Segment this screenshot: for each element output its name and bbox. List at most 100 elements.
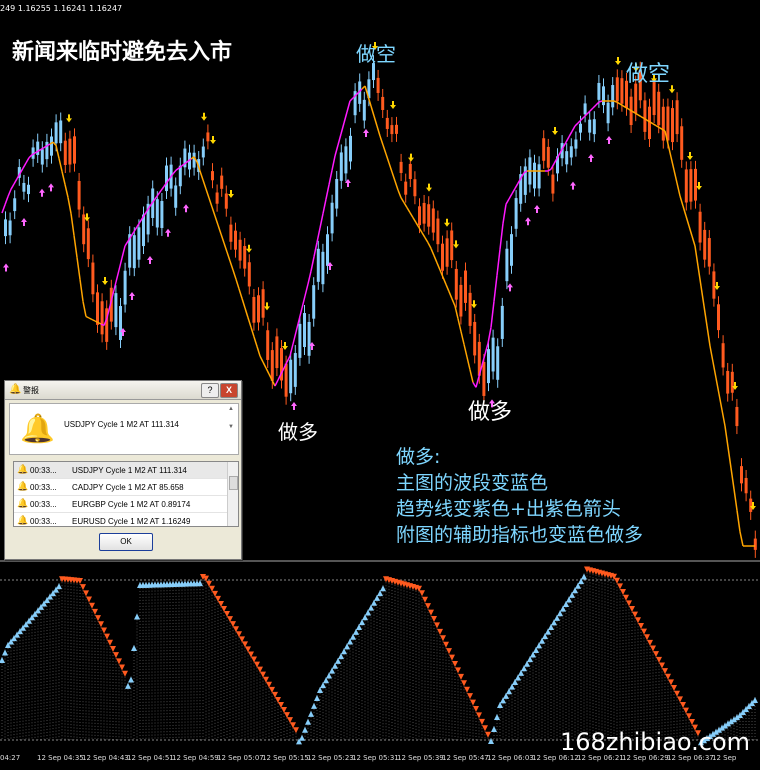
trend-line-segment	[454, 305, 459, 319]
candle	[335, 178, 339, 209]
cycle-down-marker-icon	[86, 596, 92, 603]
cycle-indicator-subchart[interactable]	[0, 562, 760, 752]
candle	[510, 234, 513, 266]
buy-arrow-icon	[507, 283, 513, 292]
buy-arrow-icon	[525, 217, 531, 226]
list-scrollbar[interactable]	[227, 462, 238, 526]
trend-line-segment	[55, 145, 60, 159]
alert-history-list[interactable]: 🔔 00:33... USDJPY Cycle 1 M2 AT 111.314 🔔 0…	[13, 461, 239, 527]
candle	[68, 138, 72, 165]
trend-line-segment	[670, 156, 675, 171]
cycle-down-marker-icon	[635, 617, 641, 624]
buy-arrow-icon	[48, 183, 54, 192]
trend-line-segment	[676, 182, 681, 197]
trend-line-segment	[505, 198, 510, 205]
trend-line-segment	[400, 197, 405, 204]
buy-arrow-icon	[534, 205, 540, 213]
bell-icon: 🔔	[20, 413, 55, 444]
chart-title-annotation: 新闻来临时避免去入市	[12, 39, 233, 65]
trend-line-segment	[727, 446, 732, 469]
trend-line-segment	[67, 197, 72, 214]
trend-line-segment	[565, 136, 570, 143]
trend-line-segment	[88, 317, 93, 321]
candle	[82, 214, 86, 245]
cycle-up-marker-icon	[134, 613, 140, 620]
trend-line-segment	[373, 115, 378, 127]
candle	[293, 353, 297, 387]
help-button[interactable]: ?	[201, 383, 219, 398]
trend-line-segment	[733, 488, 738, 511]
cycle-down-marker-icon	[485, 731, 491, 738]
trend-line-segment	[91, 318, 96, 322]
cycle-down-marker-icon	[455, 667, 461, 674]
candle	[666, 106, 670, 141]
scrollbar-thumb[interactable]	[229, 476, 238, 490]
candle	[569, 146, 573, 158]
candle	[395, 124, 398, 134]
trend-line-segment	[325, 184, 330, 200]
cycle-down-marker-icon	[470, 699, 476, 706]
list-item[interactable]: 🔔 00:33... EURUSD Cycle 1 M2 AT 1.16249	[14, 513, 238, 526]
cycle-down-marker-icon	[449, 654, 455, 661]
trend-line-segment	[739, 531, 744, 547]
candle	[574, 139, 578, 149]
candle	[381, 96, 385, 110]
ok-button[interactable]: OK	[99, 533, 153, 551]
candle	[500, 305, 504, 339]
cycle-down-marker-icon	[614, 577, 620, 584]
trend-line-segment	[259, 355, 264, 363]
candle	[413, 179, 417, 197]
list-item[interactable]: 🔔 00:33... USDJPY Cycle 1 M2 AT 111.314	[14, 462, 238, 479]
trend-line-segment	[274, 379, 279, 387]
trend-line-segment	[22, 162, 27, 169]
list-item[interactable]: 🔔 00:33... EURGBP Cycle 1 M2 AT 0.89174	[14, 496, 238, 513]
trend-line-segment	[70, 213, 75, 236]
candle	[261, 289, 265, 318]
trend-line-segment	[589, 107, 594, 112]
candle	[344, 146, 348, 174]
cycle-down-marker-icon	[431, 616, 437, 622]
bell-icon: 🔔	[17, 464, 29, 474]
cycle-down-marker-icon	[440, 635, 446, 642]
trend-line-segment	[433, 255, 438, 264]
trend-line-segment	[115, 269, 120, 283]
cycle-down-marker-icon	[638, 622, 644, 629]
cycle-down-marker-icon	[620, 589, 626, 596]
trend-line-segment	[652, 123, 657, 127]
candle	[252, 296, 256, 323]
candle	[27, 184, 30, 195]
candle	[137, 227, 141, 260]
candle	[542, 138, 546, 161]
message-scroll-arrows[interactable]: ▲ ▼	[228, 406, 236, 450]
trend-line-segment	[424, 237, 429, 244]
time-axis-label: 12 Sep 06:03	[487, 754, 534, 762]
trend-line-segment	[73, 235, 78, 258]
trend-line-segment	[313, 242, 318, 257]
sell-arrow-icon	[615, 57, 621, 65]
trend-line-segment	[76, 257, 81, 280]
candle	[707, 238, 711, 267]
candle	[224, 193, 228, 209]
candle	[657, 91, 661, 126]
short-signal-label-1: 做空	[356, 42, 396, 66]
candle	[740, 466, 743, 484]
close-button[interactable]: X	[220, 383, 238, 398]
candle	[744, 477, 748, 494]
trend-line-segment	[403, 202, 408, 209]
candle	[620, 78, 624, 104]
trend-line-segment	[304, 283, 309, 297]
cycle-down-marker-icon	[80, 584, 86, 591]
time-axis-label: 04:27	[0, 754, 21, 762]
trend-line-segment	[265, 367, 270, 375]
sell-arrow-icon	[687, 152, 693, 160]
trend-line-segment	[508, 193, 513, 200]
candle	[234, 230, 237, 250]
dialog-title: 警报	[23, 386, 39, 395]
dialog-titlebar[interactable]: 🔔 警报 ? X	[5, 381, 241, 400]
trend-line-segment	[703, 305, 708, 327]
trend-line-segment	[370, 105, 375, 117]
list-item[interactable]: 🔔 00:33... CADJPY Cycle 1 M2 AT 85.658	[14, 479, 238, 496]
buy-arrow-icon	[291, 402, 297, 410]
alert-dialog[interactable]: 🔔 警报 ? X 🔔 USDJPY Cycle 1 M2 AT 111.314 …	[4, 380, 242, 560]
candle	[404, 181, 408, 195]
